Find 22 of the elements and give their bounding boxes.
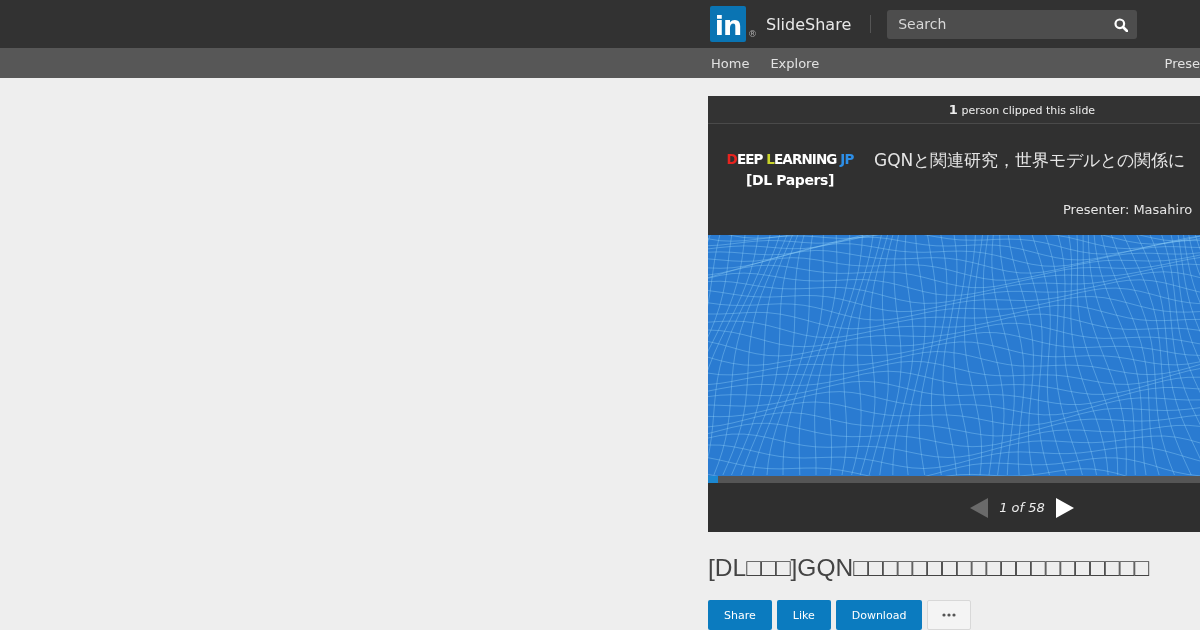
next-slide-icon[interactable] [1055,497,1074,518]
slide-title: GQNと関連研究，世界モデルとの関係に [874,149,1186,171]
search-icon[interactable] [1114,17,1129,32]
logo-mark[interactable]: in [710,6,746,42]
nav-link[interactable]: Explore [770,55,820,71]
presenter-text: Presenter: Masahiro [1063,202,1193,217]
brand-name[interactable]: SlideShare [766,14,852,34]
slide-logo-text: DEEP LEARNING JP [726,150,854,169]
more-dots-icon [942,613,957,617]
search-field[interactable]: Search [887,9,1138,39]
clip-notice-text: 1 person clipped this slide [948,102,1096,117]
page-counter: 1 of 58 [999,500,1045,515]
download-button[interactable]: Download [835,600,923,630]
nav-link[interactable]: Prese [1164,55,1200,71]
like-button[interactable]: Like [776,600,831,630]
registered-mark: ® [748,29,757,39]
nav-link[interactable]: Home [711,55,750,71]
more-button[interactable] [927,600,972,630]
presentation-title: [DL□□□]GQN□□□□□□□□□□□□□□□□□□□□ [708,553,1150,583]
share-button[interactable]: Share [708,600,772,630]
slide-logo-subtitle: [DL Papers] [746,171,834,190]
progress-track[interactable] [708,476,1200,483]
